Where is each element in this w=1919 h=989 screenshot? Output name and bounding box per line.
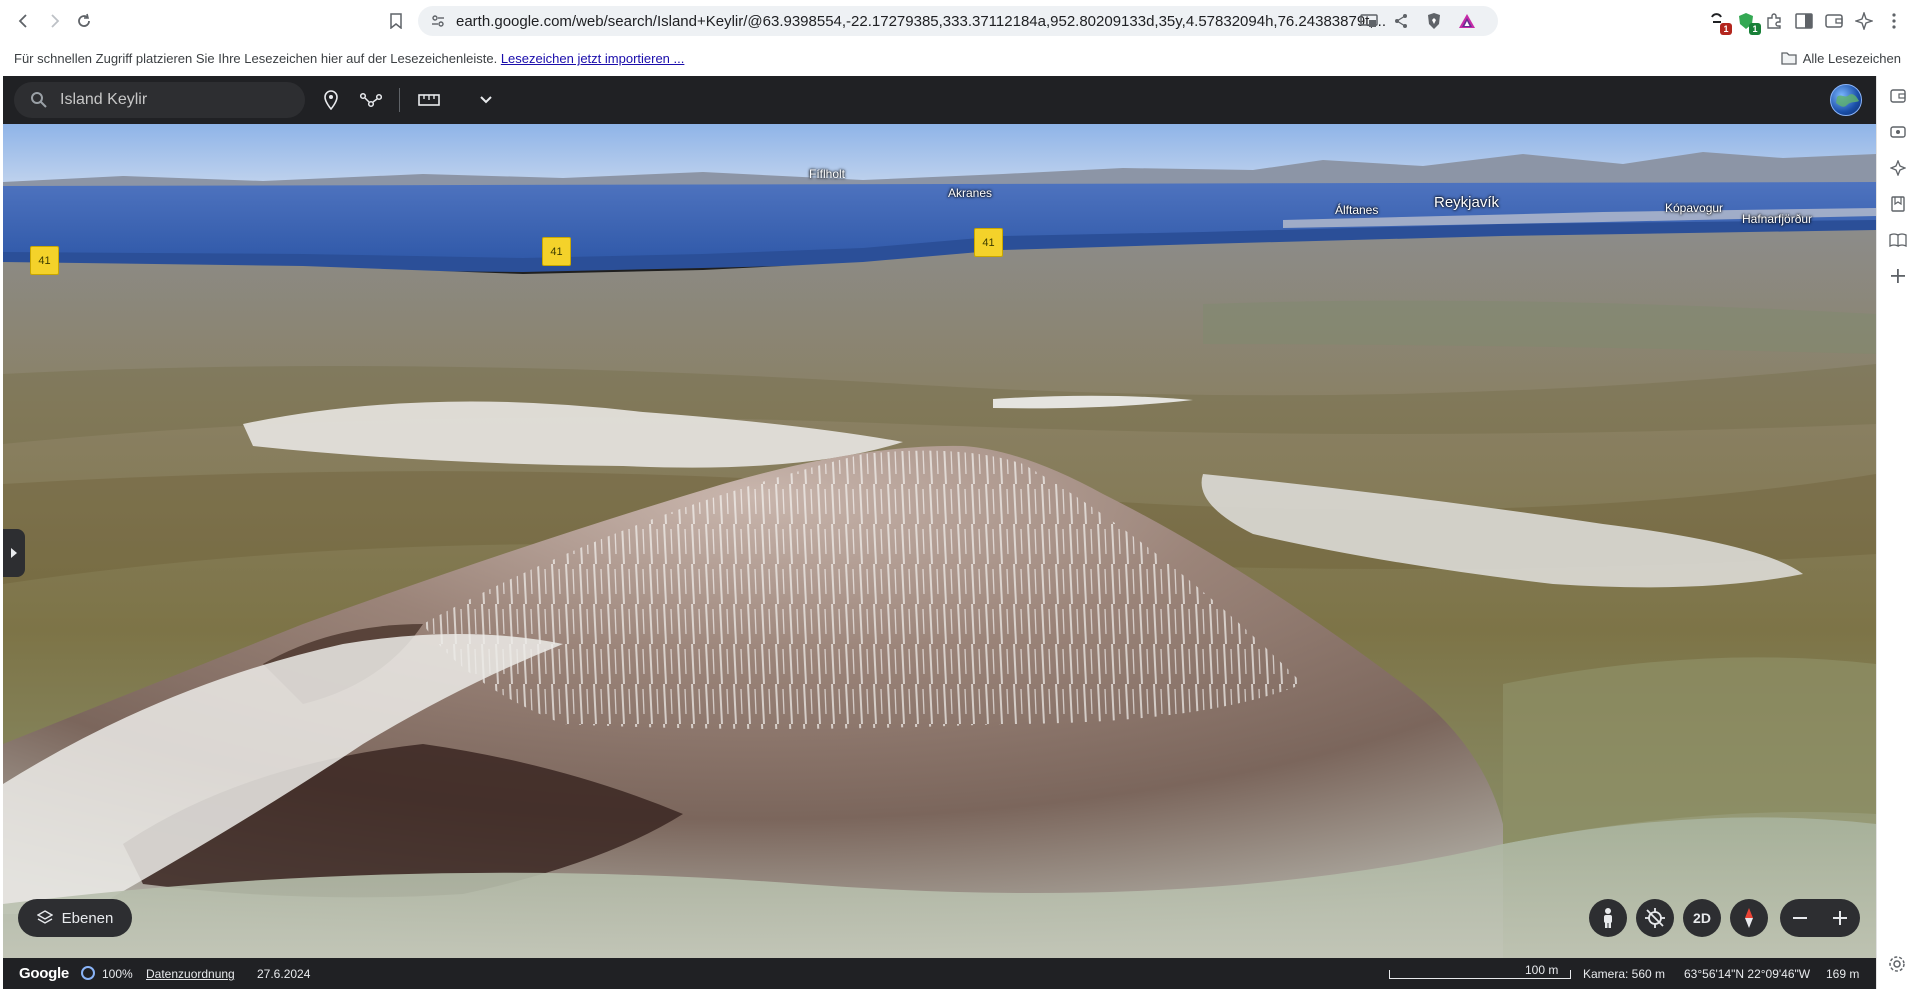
brave-rewards-icon[interactable]	[1456, 11, 1478, 31]
view-mode-toggle[interactable]: 2D	[1683, 899, 1721, 937]
cursor-coordinates: 63°56'14"N 22°09'46"W	[1684, 967, 1811, 981]
measure-ruler-icon[interactable]	[417, 88, 441, 112]
wallet-sidebar-icon[interactable]	[1888, 86, 1908, 106]
minus-icon	[1793, 917, 1807, 919]
share-icon[interactable]	[1390, 11, 1412, 31]
chevron-right-icon	[11, 548, 17, 558]
import-bookmarks-link[interactable]: Lesezeichen jetzt importieren ...	[501, 51, 685, 66]
extensions-puzzle-icon[interactable]	[1763, 10, 1785, 32]
all-bookmarks-label: Alle Lesezeichen	[1802, 51, 1901, 66]
status-bar: Google 100% Datenzuordnung 27.6.2024 100…	[3, 958, 1876, 989]
reading-list-sidebar-icon[interactable]	[1888, 230, 1908, 250]
add-placemark-icon[interactable]	[319, 88, 343, 112]
place-label-reykjavik[interactable]: Reykjavík	[1434, 194, 1499, 211]
road-shield[interactable]: 41	[542, 237, 571, 266]
all-bookmarks-button[interactable]: Alle Lesezeichen	[1781, 51, 1901, 66]
google-earth-app: Fíflholt Akranes Álftanes Reykjavík Kópa…	[3, 76, 1876, 989]
street-view-pegman-button[interactable]	[1589, 899, 1627, 937]
folder-icon	[1781, 52, 1797, 65]
layers-icon	[36, 910, 53, 924]
bookmark-icon[interactable]	[384, 9, 408, 33]
location-off-button[interactable]	[1636, 899, 1674, 937]
pegman-icon	[1604, 908, 1612, 928]
back-icon[interactable]	[12, 9, 36, 33]
bookmarks-hint: Für schnellen Zugriff platzieren Sie Ihr…	[14, 51, 684, 66]
loading-indicator-icon	[81, 966, 95, 980]
plus-icon	[1833, 911, 1847, 925]
green-extension-icon[interactable]: 1	[1735, 10, 1761, 35]
toolbar-divider	[399, 88, 400, 112]
browser-side-panel-rail	[1876, 76, 1919, 989]
terrain-view	[3, 124, 1876, 958]
side-panel-toggle[interactable]	[3, 529, 25, 577]
view-mode-label: 2D	[1693, 910, 1711, 926]
layers-label: Ebenen	[61, 909, 114, 927]
cast-icon[interactable]	[1358, 11, 1380, 31]
profile-avatar[interactable]	[1830, 84, 1862, 116]
search-box[interactable]	[14, 82, 305, 118]
google-logo: Google	[19, 965, 69, 982]
cursor-elevation: 169 m	[1826, 967, 1860, 981]
attribution-link[interactable]: Datenzuordnung	[146, 967, 235, 981]
imagery-date: 27.6.2024	[257, 967, 311, 981]
scale-label: 100 m	[1525, 963, 1559, 977]
wallet-icon[interactable]	[1823, 10, 1845, 32]
leo-ai-icon[interactable]	[1853, 10, 1875, 32]
forward-icon[interactable]	[42, 9, 66, 33]
earth-toolbar	[3, 76, 1876, 124]
compass-button[interactable]	[1730, 899, 1768, 937]
map-canvas[interactable]: Fíflholt Akranes Álftanes Reykjavík Kópa…	[3, 124, 1876, 958]
zoom-out-button[interactable]	[1780, 899, 1820, 937]
search-input[interactable]	[60, 88, 290, 112]
extension-badge: 1	[1749, 23, 1761, 35]
browser-toolbar: earth.google.com/web/search/Island+Keyli…	[0, 0, 1919, 42]
reload-icon[interactable]	[72, 9, 96, 33]
camera-altitude: Kamera: 560 m	[1583, 967, 1666, 981]
road-shield[interactable]: 41	[30, 246, 59, 275]
leo-sidebar-icon[interactable]	[1888, 158, 1908, 178]
sidebar-settings-gear-icon[interactable]	[1888, 955, 1906, 973]
vpn-sidebar-icon[interactable]	[1888, 122, 1908, 142]
place-label-alftanes[interactable]: Álftanes	[1335, 203, 1378, 217]
compass-icon	[1745, 908, 1753, 928]
address-bar[interactable]: earth.google.com/web/search/Island+Keyli…	[418, 6, 1498, 36]
url-text: earth.google.com/web/search/Island+Keyli…	[456, 13, 1386, 30]
brave-shield-icon[interactable]	[1423, 11, 1445, 31]
place-label-kopavogur[interactable]: Kópavogur	[1665, 201, 1723, 215]
site-settings-icon[interactable]	[430, 13, 446, 29]
place-label-akranes[interactable]: Akranes	[948, 186, 992, 200]
sidebar-toggle-icon[interactable]	[1793, 10, 1815, 32]
add-sidebar-item-icon[interactable]	[1888, 266, 1908, 286]
bookmarks-hint-text: Für schnellen Zugriff platzieren Sie Ihr…	[14, 51, 498, 66]
shield-extension-icon[interactable]: 1	[1706, 10, 1732, 35]
bookmarks-sidebar-icon[interactable]	[1888, 194, 1908, 214]
menu-icon[interactable]	[1883, 10, 1905, 32]
bookmarks-bar: Für schnellen Zugriff platzieren Sie Ihr…	[0, 42, 1919, 76]
extension-badge: 1	[1720, 23, 1732, 35]
location-disabled-icon	[1645, 908, 1665, 928]
draw-path-icon[interactable]	[359, 88, 383, 112]
chevron-down-icon[interactable]	[474, 88, 498, 112]
search-icon	[30, 91, 48, 109]
place-label-fiflholt[interactable]: Fíflholt	[809, 167, 845, 181]
load-percent: 100%	[102, 967, 133, 981]
zoom-controls	[1780, 899, 1860, 937]
place-label-hafnarfjordur[interactable]: Hafnarfjörður	[1742, 212, 1812, 226]
road-shield[interactable]: 41	[974, 228, 1003, 257]
layers-button[interactable]: Ebenen	[18, 899, 132, 937]
zoom-in-button[interactable]	[1820, 899, 1860, 937]
